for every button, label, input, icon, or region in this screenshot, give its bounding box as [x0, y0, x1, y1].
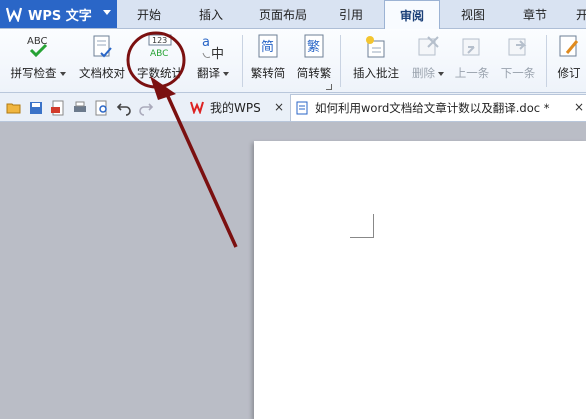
delete-comment-button[interactable]: 删除 — [406, 29, 450, 89]
dropdown-arrow-icon[interactable] — [59, 71, 66, 76]
ribbon-separator — [546, 35, 547, 87]
track-changes-icon — [555, 33, 583, 61]
redo-icon[interactable] — [138, 100, 154, 116]
spell-check-icon: ABC — [24, 33, 52, 61]
doc-tab-label: 如何利用word文档给文章计数以及翻译.doc * — [315, 101, 550, 115]
undo-icon[interactable] — [116, 100, 132, 116]
previous-comment-icon — [458, 33, 486, 61]
svg-text:ABC: ABC — [150, 49, 168, 59]
next-label: 下一条 — [500, 66, 536, 80]
print-preview-icon[interactable] — [94, 100, 110, 116]
doc-tab-active-document[interactable]: 如何利用word文档给文章计数以及翻译.doc * — [290, 94, 586, 121]
translate-label: 翻译 — [197, 66, 220, 80]
simp-to-trad-label: 简转繁 — [296, 66, 332, 80]
doc-tab-label: 我的WPS — [210, 100, 261, 115]
review-ribbon: ABC 拼写检查 文档校对 123 ABC 字数统计 a 中 翻译 简 繁转简 … — [0, 29, 586, 93]
tab-view[interactable]: 视图 — [448, 0, 498, 28]
simplified-icon: 简 — [254, 33, 282, 61]
app-title: WPS 文字 — [28, 8, 92, 24]
app-menu-button[interactable]: WPS 文字 — [0, 0, 117, 28]
margin-corner-mark — [350, 214, 374, 238]
tab-references[interactable]: 引用 — [326, 0, 376, 28]
simplified-to-traditional-button[interactable]: 繁 简转繁 — [292, 29, 336, 89]
word-count-icon: 123 ABC — [146, 33, 174, 61]
translate-icon: a 中 — [199, 33, 227, 61]
wps-logo-icon — [6, 7, 22, 22]
traditional-icon: 繁 — [300, 33, 328, 61]
tab-more[interactable]: 开 — [572, 0, 586, 28]
word-count-label: 字数统计 — [137, 66, 183, 80]
dialog-launcher-icon[interactable] — [326, 84, 332, 90]
proofread-label: 文档校对 — [79, 66, 125, 80]
next-comment-button[interactable]: 下一条 — [496, 29, 540, 89]
chevron-down-icon[interactable] — [103, 10, 111, 15]
delete-comment-icon — [414, 33, 442, 61]
track-changes-button[interactable]: 修订 — [552, 29, 586, 89]
tab-page-layout[interactable]: 页面布局 — [252, 0, 314, 28]
tab-review[interactable]: 审阅 — [384, 0, 440, 30]
svg-text:123: 123 — [152, 36, 167, 45]
document-icon — [296, 101, 308, 115]
track-changes-label: 修订 — [557, 66, 581, 80]
next-comment-icon — [504, 33, 532, 61]
insert-comment-button[interactable]: 插入批注 — [346, 29, 406, 89]
spell-check-button[interactable]: ABC 拼写检查 — [6, 29, 70, 89]
tab-insert[interactable]: 插入 — [186, 0, 236, 28]
document-check-icon — [88, 33, 116, 61]
trad-to-simp-label: 繁转简 — [250, 66, 286, 80]
traditional-to-simplified-button[interactable]: 简 繁转简 — [246, 29, 290, 89]
tab-home[interactable]: 开始 — [124, 0, 174, 28]
proofread-button[interactable]: 文档校对 — [74, 29, 130, 89]
svg-text:中: 中 — [211, 47, 224, 61]
menu-bar: WPS 文字 开始 插入 页面布局 引用 审阅 视图 章节 开 — [0, 0, 586, 30]
svg-text:a: a — [202, 35, 210, 50]
insert-comment-icon — [362, 33, 390, 61]
delete-label: 删除 — [412, 66, 435, 80]
ribbon-separator — [242, 35, 243, 87]
pdf-icon[interactable] — [50, 100, 66, 116]
insert-comment-label: 插入批注 — [353, 66, 399, 80]
translate-button[interactable]: a 中 翻译 — [190, 29, 236, 89]
watermark: Baidu 经验 — [448, 372, 549, 393]
svg-text:简: 简 — [261, 39, 274, 55]
spell-check-label: 拼写检查 — [10, 66, 57, 80]
tab-sections[interactable]: 章节 — [510, 0, 560, 28]
print-icon[interactable] — [72, 100, 88, 116]
ribbon-separator — [340, 35, 341, 87]
watermark-url: jingyan.baidu.com — [460, 395, 553, 406]
svg-text:繁: 繁 — [307, 39, 320, 55]
word-count-button[interactable]: 123 ABC 字数统计 — [132, 29, 188, 89]
doc-tab-my-wps[interactable]: 我的WPS — [190, 94, 286, 120]
wps-logo-icon — [190, 101, 204, 114]
close-tab-icon[interactable]: × — [574, 100, 584, 114]
close-tab-icon[interactable]: × — [274, 100, 284, 114]
dropdown-arrow-icon[interactable] — [223, 71, 229, 76]
open-folder-icon[interactable] — [6, 100, 22, 116]
save-icon[interactable] — [28, 100, 44, 116]
dropdown-arrow-icon[interactable] — [438, 71, 444, 76]
previous-comment-button[interactable]: 上一条 — [450, 29, 494, 89]
previous-label: 上一条 — [454, 66, 490, 80]
